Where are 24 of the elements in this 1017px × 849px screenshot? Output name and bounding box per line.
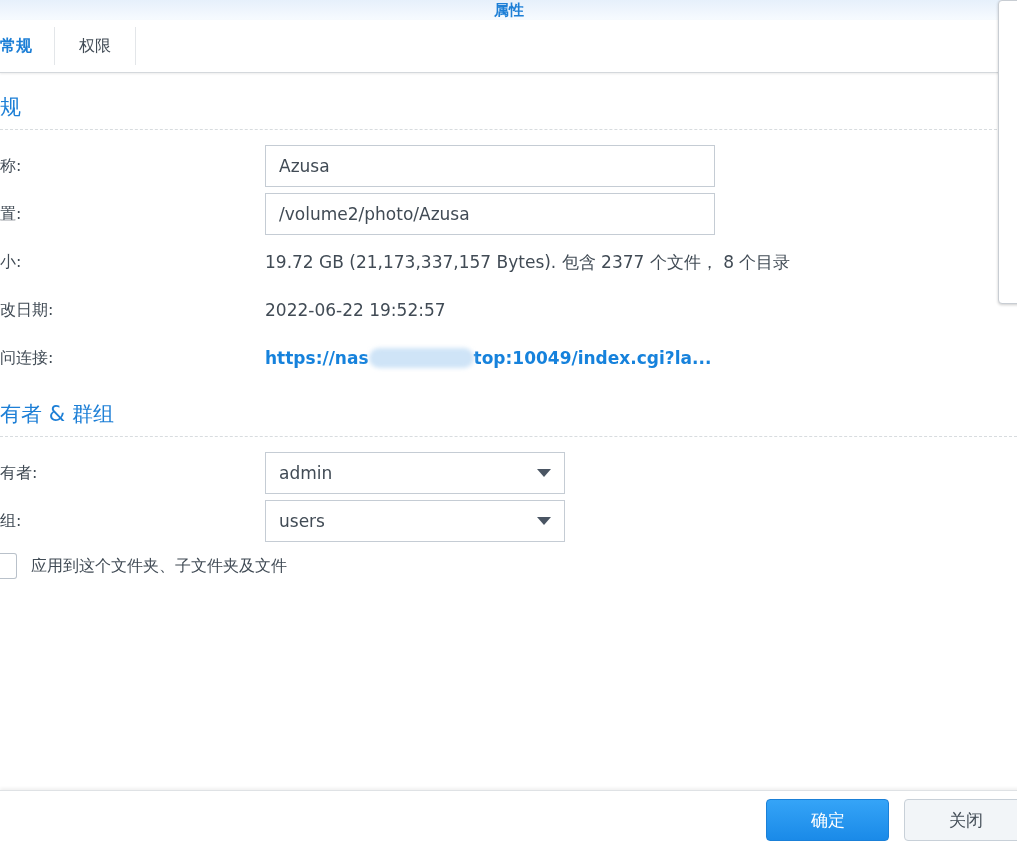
link[interactable]: top:10049/index.cgi?la... bbox=[473, 348, 712, 368]
tab[interactable]: 权限 bbox=[55, 27, 136, 65]
input-field[interactable]: Azusa bbox=[265, 145, 715, 187]
checkbox-label: 应用到这个文件夹、子文件夹及文件 bbox=[31, 555, 287, 577]
field-label: 有者: bbox=[0, 462, 39, 484]
close-button[interactable]: 关闭 bbox=[904, 799, 1017, 841]
checkbox[interactable] bbox=[0, 553, 17, 579]
link[interactable]: https://nas bbox=[265, 348, 369, 368]
field-value: 2022-06-22 19:52:57 bbox=[265, 300, 446, 320]
field-label: 问连接: bbox=[0, 347, 55, 369]
input-field[interactable]: /volume2/photo/Azusa bbox=[265, 193, 715, 235]
field-label: 置: bbox=[0, 203, 23, 225]
dropdown[interactable]: admin bbox=[265, 452, 565, 494]
tab[interactable]: 常规 bbox=[0, 27, 55, 65]
caret-icon bbox=[537, 517, 551, 525]
field-label: 小: bbox=[0, 251, 23, 273]
section-heading: 有者 & 群组 bbox=[0, 400, 1017, 437]
field-label: 组: bbox=[0, 510, 23, 532]
caret-icon bbox=[537, 469, 551, 477]
field-label: 称: bbox=[0, 155, 23, 177]
dropdown[interactable]: users bbox=[265, 500, 565, 542]
field-label: 改日期: bbox=[0, 299, 55, 321]
window-title: 属性 bbox=[493, 0, 524, 20]
field-value: 19.72 GB (21,173,337,157 Bytes). 包含 2377 个文件， 8 个目录 bbox=[265, 250, 791, 274]
